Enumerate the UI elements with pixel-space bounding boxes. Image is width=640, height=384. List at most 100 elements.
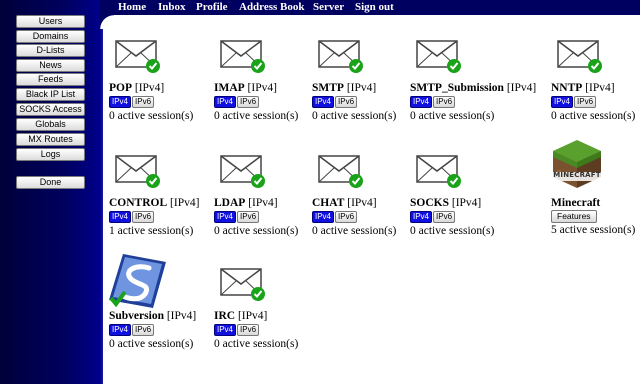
session-count: 0 active session(s): [312, 225, 397, 237]
envelope-icon[interactable]: [318, 155, 364, 195]
session-count: 0 active session(s): [214, 225, 299, 237]
ipv4-button[interactable]: IPv4: [312, 96, 335, 108]
sidebar-item-domains[interactable]: Domains: [16, 30, 85, 43]
sidebar-item-users[interactable]: Users: [16, 15, 85, 28]
service-name: SMTP: [312, 82, 344, 94]
service-socks: SOCKS [IPv4] IPv4 IPv6 0 active session(s…: [410, 155, 540, 245]
protocol-buttons: IPv4 IPv6: [410, 96, 456, 108]
service-name: NNTP: [551, 82, 583, 94]
sidebar-item-black-ip-list[interactable]: Black IP List: [16, 88, 85, 101]
ipv4-button[interactable]: IPv4: [109, 96, 132, 108]
session-count: 0 active session(s): [410, 225, 495, 237]
envelope-icon[interactable]: [416, 40, 462, 80]
service-name: CONTROL: [109, 197, 168, 209]
nav-link-address-book[interactable]: Address Book: [239, 1, 305, 14]
ipv6-button[interactable]: IPv6: [237, 211, 260, 223]
service-name: POP: [109, 82, 132, 94]
ip-version-label: [IPv4]: [248, 197, 278, 209]
ip-version-label: [IPv4]: [346, 82, 377, 94]
envelope-icon[interactable]: [115, 40, 161, 80]
ipv4-button[interactable]: IPv4: [109, 211, 132, 223]
sidebar: Users Domains D-Lists News Feeds Black I…: [0, 0, 100, 384]
service-name: SMTP_Submission: [410, 82, 504, 94]
nav-link-home[interactable]: Home: [118, 1, 146, 14]
sidebar-item-socks-access[interactable]: SOCKS Access: [16, 103, 85, 116]
session-count: 0 active session(s): [214, 110, 299, 122]
service-irc: IRC [IPv4] IPv4 IPv6 0 active session(s): [214, 268, 344, 358]
ipv4-button[interactable]: IPv4: [214, 211, 237, 223]
session-count: 0 active session(s): [109, 338, 194, 350]
envelope-icon[interactable]: [557, 40, 603, 80]
service-name: LDAP: [214, 197, 246, 209]
protocol-buttons: IPv4 IPv6: [551, 96, 597, 108]
ipv4-button[interactable]: IPv4: [410, 96, 433, 108]
service-name: Minecraft: [551, 197, 601, 209]
sidebar-item-globals[interactable]: Globals: [16, 118, 85, 131]
ip-version-label: [IPv4]: [134, 82, 165, 94]
ipv6-button[interactable]: IPv6: [237, 96, 260, 108]
protocol-buttons: IPv4 IPv6: [214, 211, 260, 223]
session-count: 0 active session(s): [214, 338, 299, 350]
envelope-icon[interactable]: [220, 155, 266, 195]
sidebar-item-d-lists[interactable]: D-Lists: [16, 44, 85, 57]
sidebar-item-mx-routes[interactable]: MX Routes: [16, 133, 85, 146]
sidebar-item-news[interactable]: News: [16, 59, 85, 72]
minecraft-grass-block-icon[interactable]: MINECRAFT: [551, 138, 603, 190]
nav-link-profile[interactable]: Profile: [196, 1, 228, 14]
ipv6-button[interactable]: IPv6: [132, 96, 155, 108]
envelope-icon[interactable]: [416, 155, 462, 195]
protocol-buttons: IPv4 IPv6: [410, 211, 456, 223]
session-count: 1 active session(s): [109, 225, 194, 237]
ipv4-button[interactable]: IPv4: [214, 96, 237, 108]
envelope-icon[interactable]: [220, 268, 266, 308]
protocol-buttons: IPv4 IPv6: [109, 324, 155, 336]
minecraft-logo-text: MINECRAFT: [553, 171, 601, 179]
ipv6-button[interactable]: IPv6: [132, 324, 155, 336]
ip-version-label: [IPv4]: [247, 82, 277, 94]
service-name: CHAT: [312, 197, 345, 209]
nav-link-sign-out[interactable]: Sign out: [355, 1, 394, 14]
protocol-buttons: IPv4 IPv6: [214, 96, 260, 108]
service-name: Subversion: [109, 310, 164, 322]
session-count: 0 active session(s): [410, 110, 495, 122]
top-bar-corner: [100, 15, 114, 29]
features-button[interactable]: Features: [551, 210, 597, 223]
ipv6-button[interactable]: IPv6: [335, 96, 358, 108]
ipv4-button[interactable]: IPv4: [551, 96, 574, 108]
ipv4-button[interactable]: IPv4: [214, 324, 237, 336]
ipv6-button[interactable]: IPv6: [237, 324, 260, 336]
ip-version-label: [IPv4]: [166, 310, 197, 322]
ipv4-button[interactable]: IPv4: [109, 324, 132, 336]
sidebar-item-logs[interactable]: Logs: [16, 148, 85, 161]
done-button[interactable]: Done: [16, 176, 85, 189]
service-smtp-submission: SMTP_Submission [IPv4] IPv4 IPv6 0 active…: [410, 40, 540, 130]
ipv6-button[interactable]: IPv6: [132, 211, 155, 223]
session-count: 0 active session(s): [551, 110, 636, 122]
service-name: IRC: [214, 310, 236, 322]
ipv6-button[interactable]: IPv6: [574, 96, 597, 108]
service-name: IMAP: [214, 82, 245, 94]
envelope-icon[interactable]: [220, 40, 266, 80]
ipv6-button[interactable]: IPv6: [335, 211, 358, 223]
ipv6-button[interactable]: IPv6: [433, 96, 456, 108]
ipv4-button[interactable]: IPv4: [312, 211, 335, 223]
nav-link-inbox[interactable]: Inbox: [158, 1, 186, 14]
protocol-buttons: IPv4 IPv6: [214, 324, 260, 336]
session-count: 5 active session(s): [551, 224, 636, 236]
envelope-icon[interactable]: [115, 155, 161, 195]
protocol-buttons: IPv4 IPv6: [109, 96, 155, 108]
sidebar-item-feeds[interactable]: Feeds: [16, 73, 85, 86]
protocol-buttons: IPv4 IPv6: [312, 96, 358, 108]
nav-link-server[interactable]: Server: [313, 1, 344, 14]
service-minecraft: MINECRAFT Minecraft Features 5 active se…: [551, 138, 640, 238]
protocol-buttons: IPv4 IPv6: [109, 211, 155, 223]
ip-version-label: [IPv4]: [170, 197, 200, 209]
subversion-logo-icon[interactable]: [109, 252, 167, 310]
ip-version-label: [IPv4]: [451, 197, 482, 209]
ip-version-label: [IPv4]: [237, 310, 268, 322]
ipv4-button[interactable]: IPv4: [410, 211, 433, 223]
envelope-icon[interactable]: [318, 40, 364, 80]
ipv6-button[interactable]: IPv6: [433, 211, 456, 223]
session-count: 0 active session(s): [109, 110, 194, 122]
ip-version-label: [IPv4]: [506, 82, 537, 94]
